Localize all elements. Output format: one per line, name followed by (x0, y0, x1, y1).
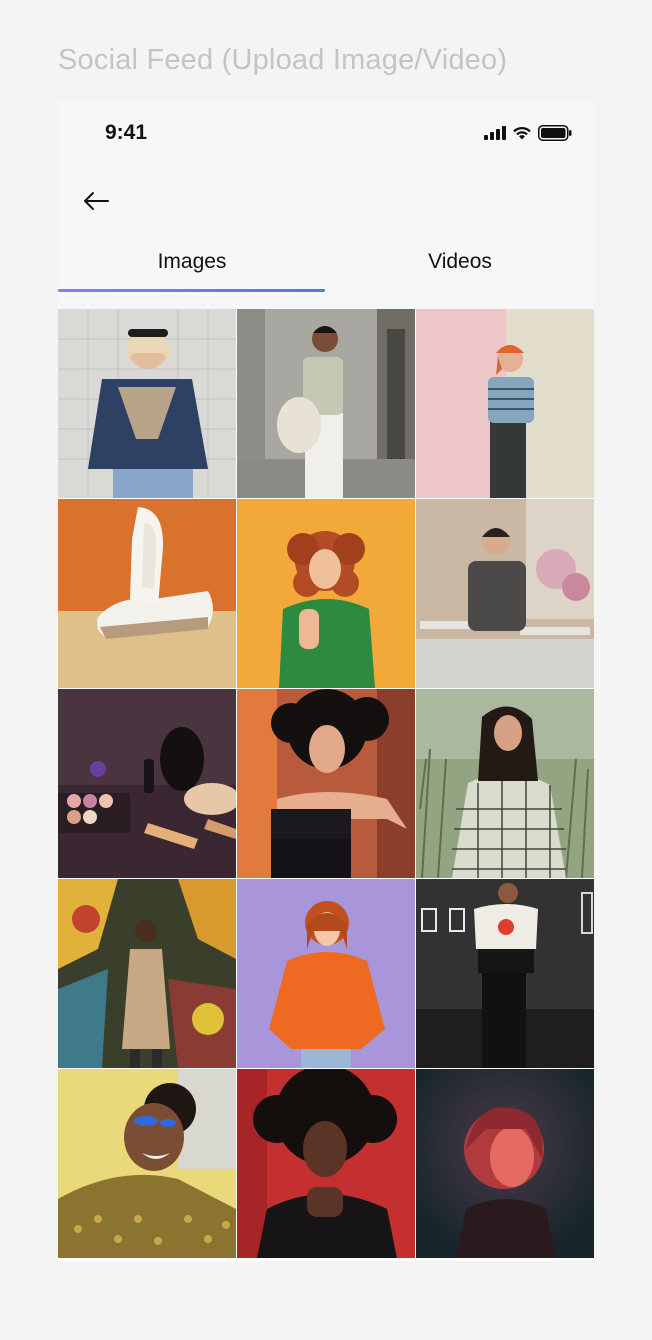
gallery-image[interactable] (237, 1069, 415, 1258)
gallery-image[interactable] (237, 879, 415, 1068)
status-icons (484, 125, 572, 146)
battery-icon (538, 125, 572, 146)
active-tab-indicator (58, 289, 325, 292)
gallery-image[interactable] (58, 499, 236, 688)
tab-videos-label: Videos (428, 250, 492, 273)
tab-images[interactable]: Images (58, 233, 326, 291)
gallery-image[interactable] (237, 309, 415, 498)
status-time: 9:41 (105, 121, 148, 144)
gallery-image[interactable] (416, 1069, 594, 1258)
cellular-signal-icon (484, 126, 506, 145)
page-caption: Social Feed (Upload Image/Video) (58, 44, 508, 76)
gallery-image[interactable] (58, 689, 236, 878)
gallery-image[interactable] (416, 309, 594, 498)
tab-bar: Images Videos (58, 233, 594, 293)
gallery-image[interactable] (416, 879, 594, 1068)
phone-screen: 9:41 Images Videos (58, 101, 594, 1261)
gallery-image[interactable] (58, 879, 236, 1068)
wifi-icon (512, 126, 532, 145)
arrow-left-icon (82, 191, 110, 216)
gallery-image[interactable] (58, 1069, 236, 1258)
tab-images-label: Images (157, 250, 227, 273)
gallery-image[interactable] (416, 499, 594, 688)
back-button[interactable] (80, 189, 112, 217)
status-bar: 9:41 (58, 101, 594, 163)
image-grid (58, 309, 594, 1261)
tab-videos[interactable]: Videos (326, 233, 594, 291)
gallery-image[interactable] (237, 689, 415, 878)
gallery-image[interactable] (237, 499, 415, 688)
gallery-image[interactable] (58, 309, 236, 498)
gallery-image[interactable] (416, 689, 594, 878)
